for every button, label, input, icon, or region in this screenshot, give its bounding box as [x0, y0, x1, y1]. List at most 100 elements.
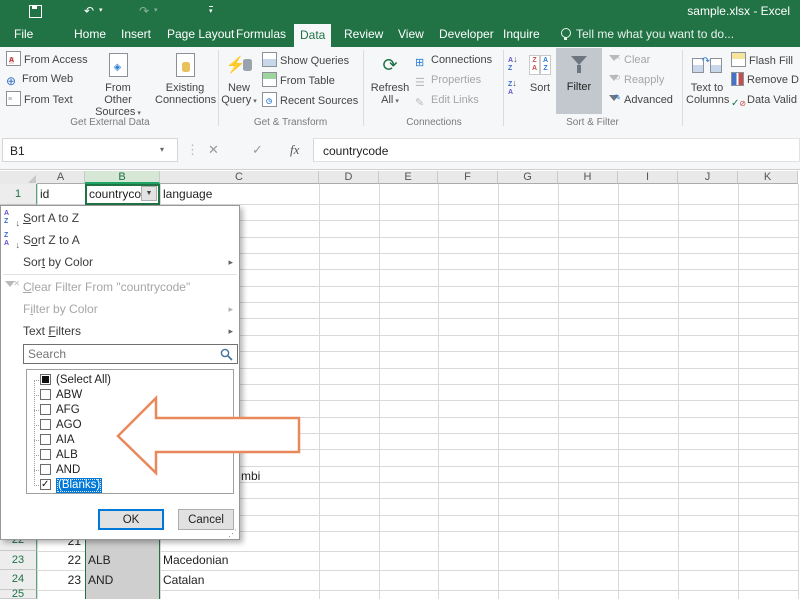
tab-inquire[interactable]: Inquire	[497, 22, 546, 47]
tab-insert[interactable]: Insert	[115, 22, 157, 47]
tell-me-box[interactable]: Tell me what you want to do...	[576, 22, 734, 47]
column-header-H[interactable]: H	[558, 171, 618, 184]
undo-caret-icon[interactable]: ▾	[99, 0, 103, 22]
access-file-icon: A	[6, 51, 21, 66]
row-header-23[interactable]: 23	[0, 551, 37, 571]
tab-review[interactable]: Review	[338, 22, 389, 47]
filter-search-input[interactable]: Search	[23, 344, 238, 364]
sort-button[interactable]: ZA AZ Sort	[524, 50, 556, 94]
select-all-corner[interactable]	[0, 171, 38, 185]
advanced-filter-button[interactable]: ✎Advanced	[608, 92, 673, 108]
remove-duplicates-button[interactable]: Remove D	[731, 72, 799, 88]
clear-filter-icon: ✕	[4, 279, 20, 295]
tab-data[interactable]: Data	[294, 24, 331, 47]
show-queries-button[interactable]: Show Queries	[262, 52, 349, 68]
from-table-button[interactable]: From Table	[262, 72, 335, 88]
tab-file[interactable]: File	[8, 22, 39, 47]
reapply-funnel-icon: ↻	[608, 73, 621, 86]
tab-home[interactable]: Home	[68, 22, 112, 47]
column-header-F[interactable]: F	[438, 171, 498, 184]
confirm-entry-icon[interactable]: ✓	[252, 138, 263, 162]
redo-caret-icon[interactable]: ▾	[154, 0, 158, 22]
cell-B23[interactable]: ALB	[88, 550, 156, 570]
filter-item-select-all[interactable]: (Select All)	[27, 373, 232, 388]
insert-function-icon[interactable]: fx	[290, 138, 299, 162]
recent-sources-button[interactable]: ◷Recent Sources	[262, 92, 358, 108]
menu-filter-by-color[interactable]: Filter by Color ▸	[1, 298, 239, 320]
tab-formulas[interactable]: Formulas	[230, 22, 292, 47]
cell-B24[interactable]: AND	[88, 570, 156, 590]
column-header-D[interactable]: D	[319, 171, 379, 184]
from-text-button[interactable]: ≡From Text	[6, 91, 73, 107]
text-to-columns-button[interactable]: ↷ Text to Columns	[686, 50, 728, 106]
filter-item[interactable]: AIA	[27, 433, 232, 448]
save-icon[interactable]	[29, 5, 42, 18]
from-web-button[interactable]: ⊕From Web	[6, 71, 73, 87]
ok-button[interactable]: OK	[98, 509, 164, 530]
cancel-entry-icon[interactable]: ✕	[208, 138, 219, 162]
row-header-24[interactable]: 24	[0, 570, 37, 590]
properties-button[interactable]: ☰Properties	[415, 72, 481, 88]
filter-item[interactable]: ABW	[27, 388, 232, 403]
existing-connections-button[interactable]: Existing Connections	[155, 50, 215, 106]
formula-input[interactable]: countrycode	[313, 138, 800, 162]
submenu-arrow-icon: ▸	[228, 251, 233, 273]
cell-C24[interactable]: Catalan	[163, 570, 313, 590]
formula-bar: B1 ▾ ⋮ ✕ ✓ fx countrycode	[0, 133, 800, 170]
tab-view[interactable]: View	[392, 22, 430, 47]
filter-item[interactable]: AFG	[27, 403, 232, 418]
data-validation-button[interactable]: ✓⊘Data Valid	[731, 92, 797, 108]
column-header-A[interactable]: A	[37, 171, 85, 184]
clear-filter-button[interactable]: ✕Clear	[608, 52, 650, 68]
column-header-I[interactable]: I	[618, 171, 678, 184]
reapply-filter-button[interactable]: ↻Reapply	[608, 72, 664, 88]
checkbox	[40, 479, 51, 490]
menu-clear-filter[interactable]: ✕ Clear Filter From "countrycode"	[1, 276, 239, 298]
filter-button-active[interactable]: Filter	[556, 48, 602, 114]
cell-A24[interactable]: 23	[37, 570, 81, 590]
redo-icon[interactable]: ↷	[139, 0, 149, 22]
cancel-button[interactable]: Cancel	[178, 509, 234, 530]
menu-sort-z-to-a[interactable]: ZA↓ Sort Z to A	[1, 229, 239, 251]
refresh-icon: ⟳	[382, 55, 397, 76]
customize-qat-icon[interactable]: ▾	[209, 6, 213, 17]
funnel-icon	[556, 56, 602, 73]
name-box[interactable]: B1	[2, 138, 178, 162]
menu-sort-by-color[interactable]: Sort by Color ▸	[1, 251, 239, 273]
tab-page-layout[interactable]: Page Layout	[161, 22, 240, 47]
cell-C23[interactable]: Macedonian	[163, 550, 313, 570]
resize-grip[interactable]: ⋰	[228, 528, 237, 539]
filter-item[interactable]: ALB	[27, 448, 232, 463]
new-query-button[interactable]: ⚡ New Query	[221, 50, 257, 108]
sort-az-icon: AZ↓	[4, 210, 20, 226]
column-header-E[interactable]: E	[379, 171, 438, 184]
connections-button[interactable]: ⊞Connections	[415, 52, 492, 68]
column-header-B[interactable]: B	[85, 171, 160, 184]
column-header-J[interactable]: J	[678, 171, 738, 184]
filter-item[interactable]: AGO	[27, 418, 232, 433]
name-box-caret-icon[interactable]: ▾	[160, 138, 164, 162]
edit-links-button[interactable]: ✎Edit Links	[415, 92, 479, 108]
group-divider	[363, 50, 364, 126]
undo-icon[interactable]: ↶	[84, 0, 94, 22]
cell-C1[interactable]: language	[163, 184, 313, 204]
filter-item-blanks[interactable]: (Blanks)	[27, 478, 232, 493]
row-header-25[interactable]: 25	[0, 590, 37, 599]
from-access-button[interactable]: AFrom Access	[6, 51, 88, 67]
row-header-1[interactable]: 1	[0, 184, 37, 205]
menu-text-filters[interactable]: Text Filters ▸	[1, 320, 239, 342]
gridline	[738, 184, 739, 599]
column-header-G[interactable]: G	[498, 171, 558, 184]
flash-fill-button[interactable]: Flash Fill	[731, 52, 793, 68]
column-header-C[interactable]: C	[160, 171, 319, 184]
from-other-sources-button[interactable]: ◈ From Other Sources	[92, 50, 144, 120]
filter-item[interactable]: AND	[27, 463, 232, 478]
menu-sort-a-to-z[interactable]: AZ↓ Sort A to Z	[1, 207, 239, 229]
refresh-all-button[interactable]: ⟳ Refresh All	[368, 50, 412, 108]
cell-A23[interactable]: 22	[37, 550, 81, 570]
tab-developer[interactable]: Developer	[433, 22, 500, 47]
column-header-K[interactable]: K	[738, 171, 798, 184]
remove-duplicates-icon	[731, 72, 744, 86]
cell-A1[interactable]: id	[40, 184, 84, 204]
filter-dropdown-button[interactable]: ▼	[141, 186, 157, 201]
